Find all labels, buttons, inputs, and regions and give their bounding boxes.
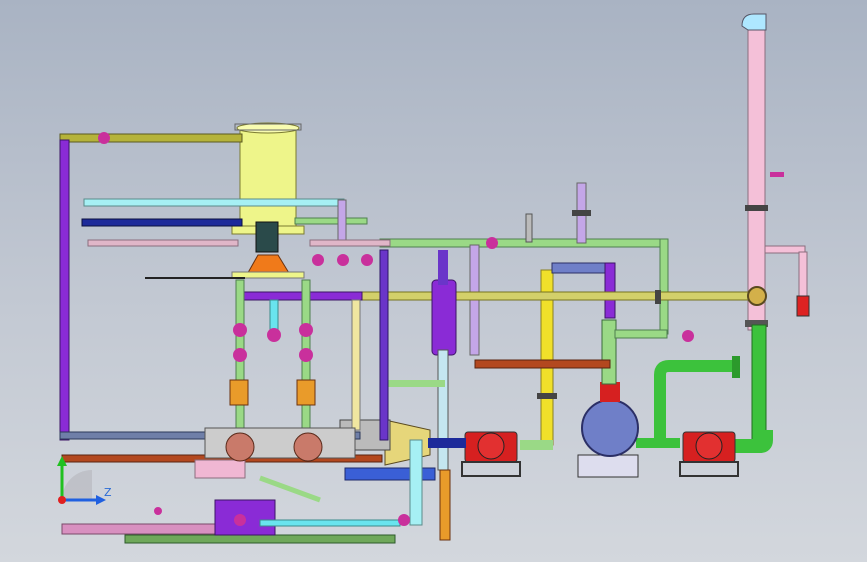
- axis-triad: Z: [57, 456, 112, 505]
- exhaust-stack: [741, 13, 810, 331]
- centrifugal-pump-right: [679, 431, 739, 477]
- z-axis-label: Z: [104, 486, 112, 499]
- olive-crossover-line: [354, 286, 767, 306]
- centrifugal-pump-left: [461, 431, 521, 477]
- top-header-lines: [59, 133, 391, 441]
- vertical-tank: [231, 122, 305, 235]
- view-triad-shade: [62, 470, 92, 500]
- green-return-line: [636, 324, 773, 453]
- tank-drop-lines: [229, 279, 316, 431]
- upper-manifold: [379, 182, 669, 369]
- x-axis-dot: [58, 496, 66, 504]
- agitator-cone: [231, 254, 305, 279]
- piping-assembly-view: Z: [57, 13, 810, 544]
- conical-reducer: [384, 419, 466, 466]
- horizontal-heat-exchanger: [577, 319, 639, 478]
- tank-motor: [255, 221, 279, 253]
